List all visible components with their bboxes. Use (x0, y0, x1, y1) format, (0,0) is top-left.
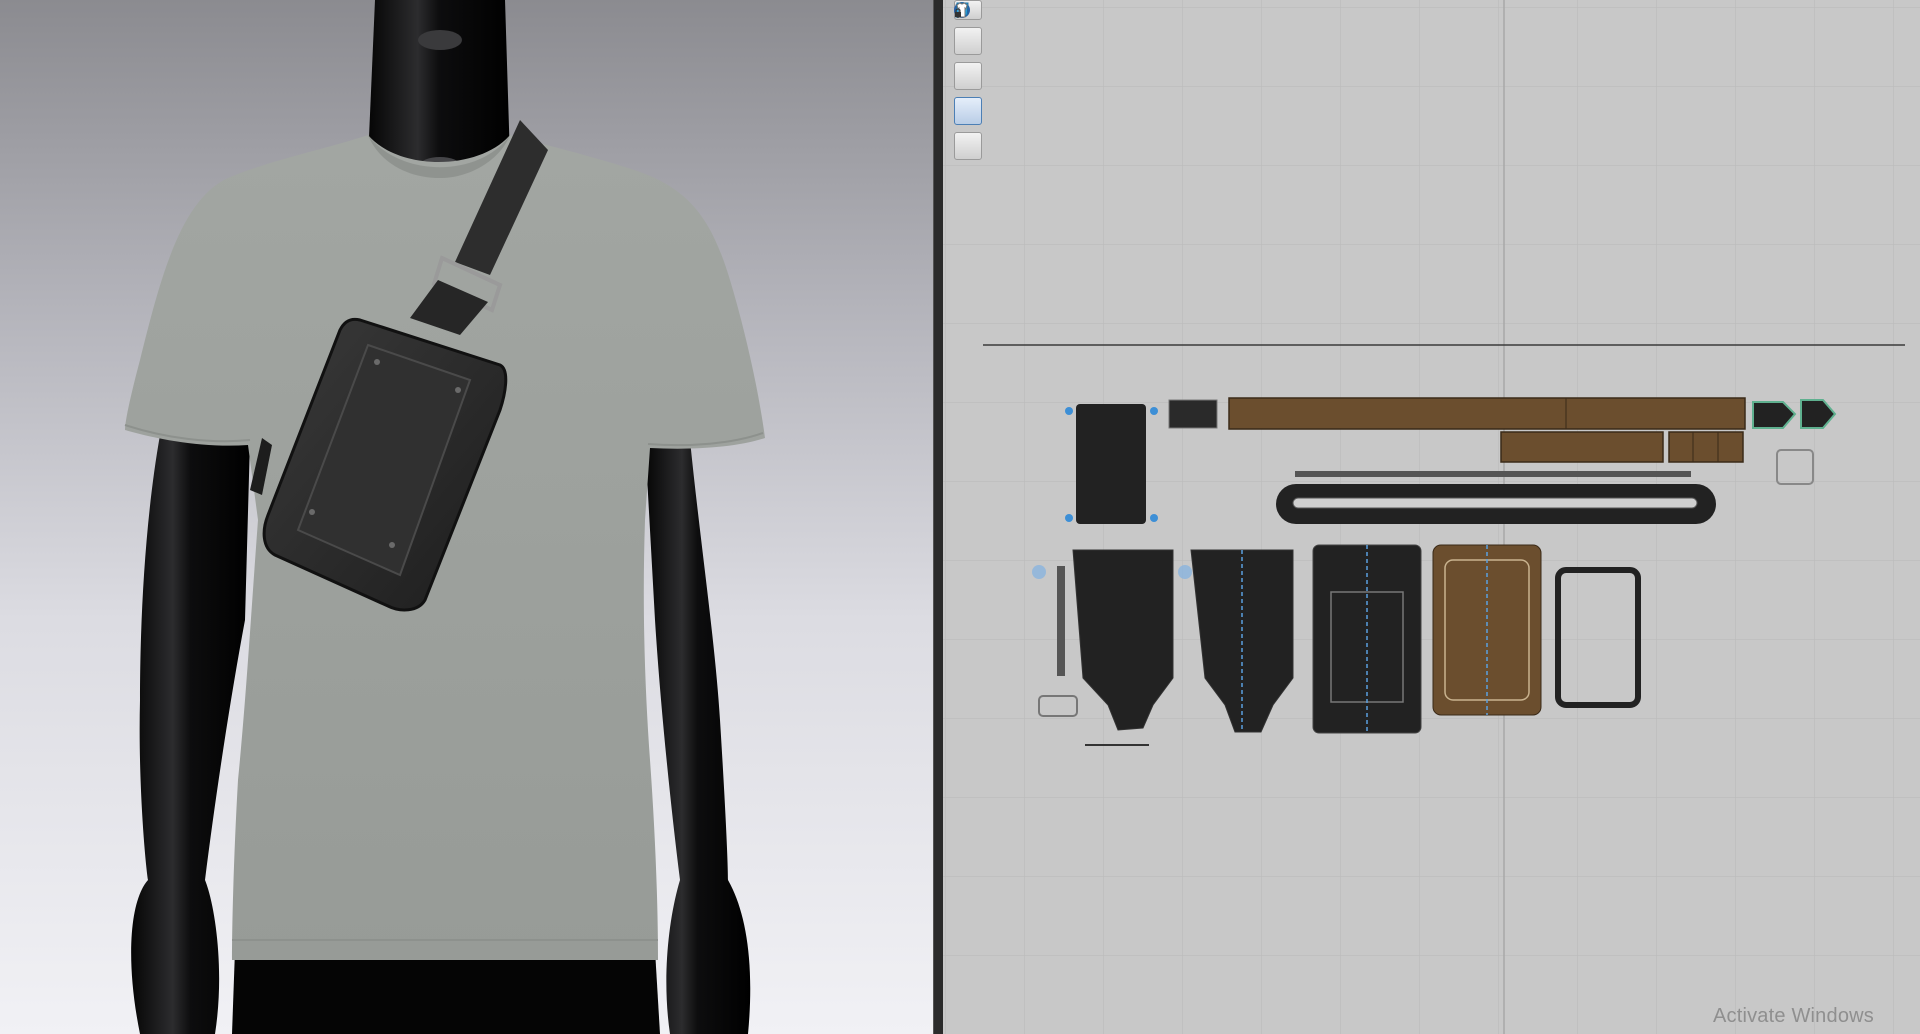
legs (232, 950, 660, 1034)
tool-button[interactable] (954, 2, 982, 125)
pattern-piece-lining[interactable] (1432, 544, 1542, 716)
right-arm (645, 440, 751, 1034)
3d-viewport[interactable] (0, 0, 933, 1034)
pattern-canvas (943, 0, 1920, 1034)
pattern-piece-front-flap[interactable] (1065, 404, 1158, 524)
2d-pattern-viewport[interactable]: Activate Windows (943, 0, 1920, 1034)
pattern-piece-strap-short[interactable] (1500, 431, 1744, 463)
tool-button[interactable] (954, 2, 982, 90)
pattern-piece-main-body[interactable] (1312, 544, 1422, 734)
chin-highlight (418, 30, 462, 50)
3d-scene (124, 0, 765, 1034)
tool-button[interactable] (954, 2, 982, 55)
pattern-piece-strap[interactable] (1168, 397, 1837, 430)
activate-windows-watermark: Activate Windows (1712, 1005, 1874, 1027)
tool-button[interactable] (954, 2, 982, 160)
2d-toolbar (952, 0, 984, 167)
